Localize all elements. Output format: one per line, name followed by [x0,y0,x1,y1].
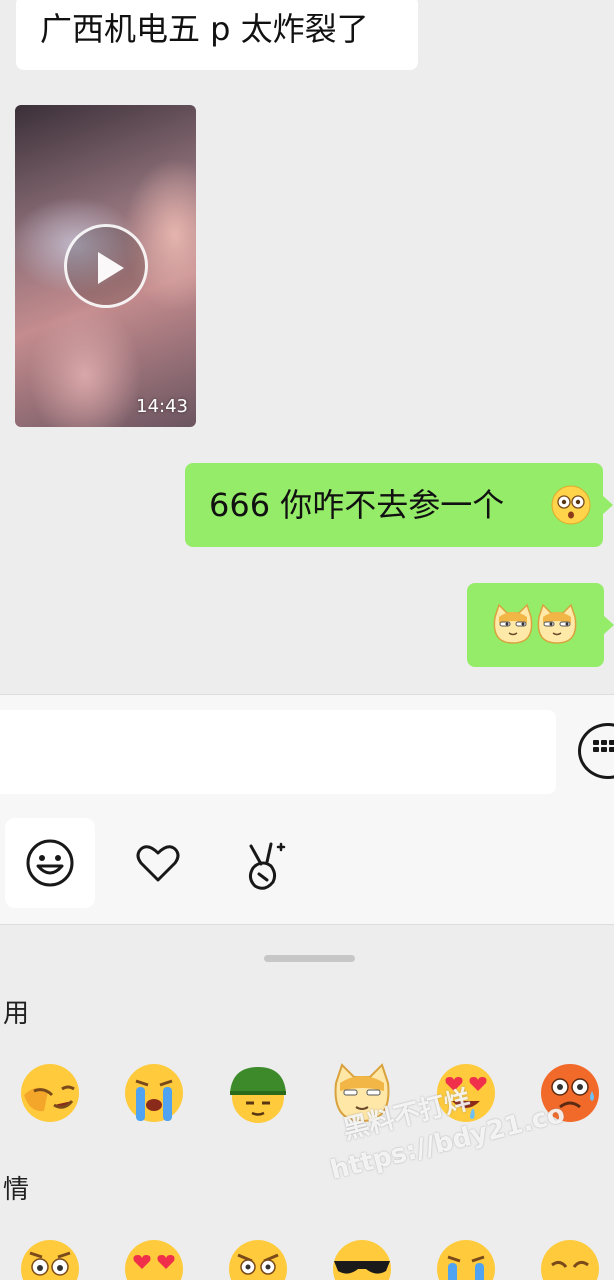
outgoing-message-text: 666 你咋不去参一个 [209,486,505,524]
emoji-panel-tabs [0,808,614,924]
incoming-message-text: 广西机电五 p 太炸裂了 [40,10,369,48]
chat-area: 广西机电五 p 太炸裂了 14:43 666 你咋不去参一个 [0,0,614,694]
dizzy-face-emoji-icon[interactable] [18,1237,82,1280]
incoming-message-bubble[interactable]: 广西机电五 p 太炸裂了 [16,0,418,70]
emoji-tab[interactable] [5,818,95,908]
favorites-tab[interactable] [113,818,203,908]
section-label-frequent: 用 [3,999,30,1029]
victory-hand-icon [248,842,286,890]
video-message[interactable]: 14:43 [15,105,196,427]
panel-drag-handle[interactable] [264,955,355,962]
gestures-tab[interactable] [221,818,311,908]
loudly-crying-emoji-icon[interactable] [122,1061,186,1125]
video-duration: 14:43 [136,396,188,417]
smiley-icon [26,839,74,887]
input-bar [0,694,614,808]
heart-icon [136,845,180,882]
loudly-crying-emoji-icon[interactable] [434,1237,498,1280]
sunglasses-emoji-icon[interactable] [330,1237,394,1280]
green-helmet-emoji-icon[interactable] [226,1061,290,1125]
dizzy-face-emoji-icon [551,485,591,529]
outgoing-sticker-bubble[interactable] [467,583,614,667]
keyboard-icon[interactable] [578,723,614,779]
section-label-emotion: 情 [3,1175,30,1205]
sly-emoji-icon[interactable] [538,1237,602,1280]
cat-sticker-icon [535,603,579,649]
play-icon[interactable] [64,224,148,308]
message-input[interactable] [0,710,556,794]
outgoing-message-bubble[interactable]: 666 你咋不去参一个 [185,463,613,547]
heart-eyes-emoji-icon[interactable] [122,1237,186,1280]
cat-sticker-icon [491,603,535,649]
emoji-panel: 用 情 黑料不打烊 https://bdy21.co [0,924,614,1280]
facepalm-laugh-emoji-icon[interactable] [18,1061,82,1125]
angry-emoji-icon[interactable] [226,1237,290,1280]
